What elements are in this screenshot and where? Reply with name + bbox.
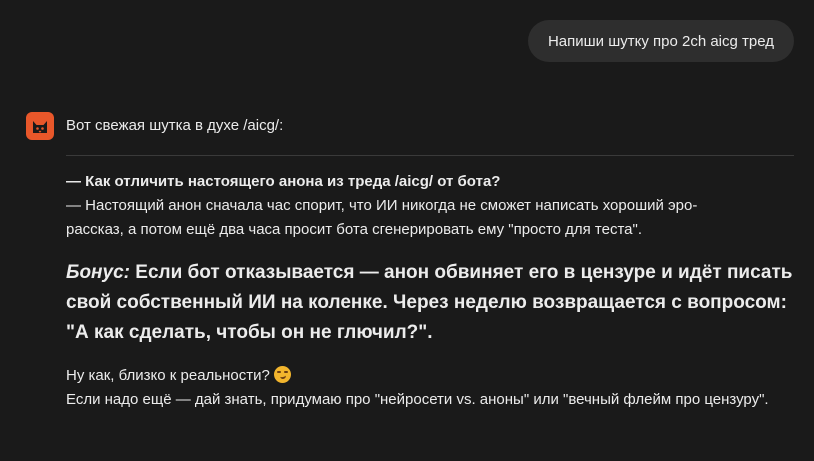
intro-text: Вот свежая шутка в духе /aicg/:: [66, 117, 284, 134]
cat-logo-icon: [33, 121, 47, 133]
user-message-text: Напиши шутку про 2ch aicg тред: [547, 32, 774, 50]
assistant-message-content: Вот свежая шутка в духе /aicg/: — Как от…: [66, 114, 794, 412]
user-message-bubble: Напиши шутку про 2ch aicg тред: [527, 20, 794, 62]
bonus-text: Если бот отказывается — анон обвиняет ег…: [66, 262, 793, 343]
outro-paragraph: Ну как, близко к реальности? Если надо е…: [66, 364, 794, 412]
outro-line-2: Если надо ещё — дай знать, придумаю про …: [66, 391, 769, 408]
outro-line-1: Ну как, близко к реальности?: [66, 364, 794, 388]
divider: [66, 155, 794, 156]
joke-answer-line-2: рассказ, а потом ещё два часа просит бот…: [66, 221, 642, 238]
assistant-avatar: [26, 112, 54, 140]
joke-question: — Как отличить настоящего анона из треда…: [66, 173, 501, 190]
chat-page: Напиши шутку про 2ch aicg тред Вот свежа…: [0, 0, 814, 461]
assistant-message: Вот свежая шутка в духе /aicg/: — Как от…: [26, 110, 794, 412]
joke-answer-line-1: — Настоящий анон сначала час спорит, что…: [66, 197, 698, 214]
bonus-label: Бонус:: [66, 262, 130, 283]
smirk-emoji-icon: [273, 366, 291, 383]
bonus-paragraph: Бонус: Если бот отказывается — анон обви…: [66, 258, 794, 348]
outro-line-1-text: Ну как, близко к реальности?: [66, 367, 270, 384]
